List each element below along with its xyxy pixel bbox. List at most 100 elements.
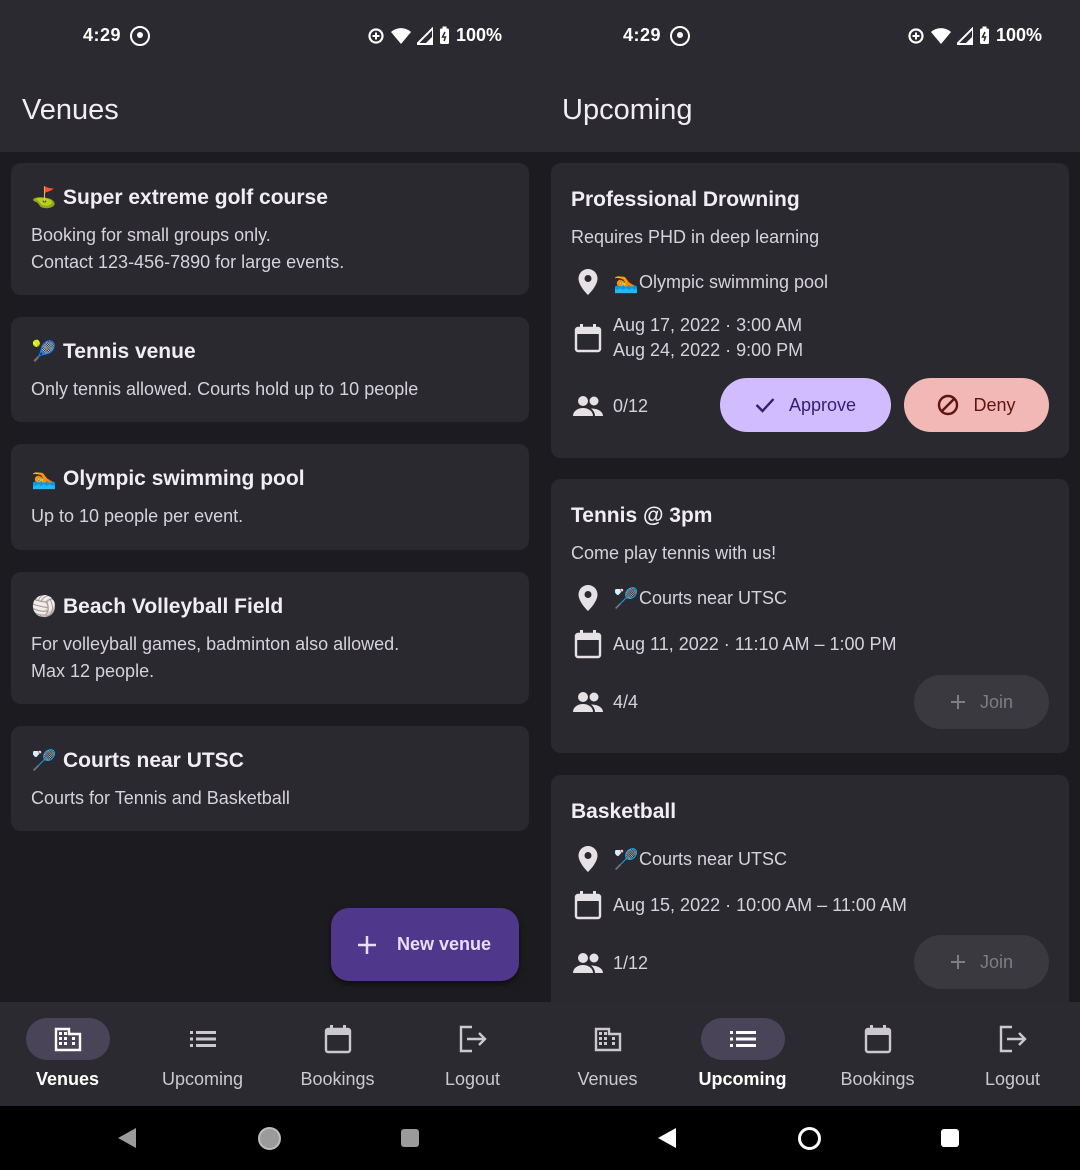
nav-item-venues[interactable]: Venues bbox=[0, 1002, 135, 1106]
nav-item-bookings[interactable]: Bookings bbox=[810, 1002, 945, 1106]
approve-button[interactable]: Approve bbox=[720, 378, 891, 432]
venue-card[interactable]: 🏸 Courts near UTSC Courts for Tennis and … bbox=[11, 726, 529, 831]
venue-description: For volleyball games, badminton also all… bbox=[31, 634, 400, 681]
event-subtitle: Come play tennis with us! bbox=[571, 543, 777, 563]
home-icon[interactable] bbox=[258, 1127, 281, 1150]
page-title: Upcoming bbox=[562, 94, 693, 126]
battery-percent: 100% bbox=[455, 25, 502, 45]
venue-card-title-row: 🏐 Beach Volleyball Field bbox=[31, 594, 509, 619]
venue-card-title-row: 🏊 Olympic swimming pool bbox=[31, 466, 509, 491]
venue-name: Super extreme golf course bbox=[63, 185, 328, 209]
nav-item-bookings[interactable]: Bookings bbox=[270, 1002, 405, 1106]
people-icon bbox=[571, 946, 605, 980]
swimmer-icon: 🏊 bbox=[613, 271, 639, 294]
people-icon bbox=[571, 685, 605, 719]
nav-item-upcoming[interactable]: Upcoming bbox=[135, 1002, 270, 1106]
block-icon bbox=[938, 394, 959, 416]
venue-card[interactable]: 🏊 Olympic swimming pool Up to 10 people p… bbox=[11, 444, 529, 550]
calendar-icon bbox=[864, 1025, 891, 1054]
venue-card[interactable]: ⛳ Super extreme golf course Booking for s… bbox=[11, 163, 529, 295]
venue-description: Courts for Tennis and Basketball bbox=[31, 788, 290, 808]
calendar-icon bbox=[324, 1025, 351, 1054]
status-bar: 4:29 100% bbox=[0, 0, 540, 70]
page-title: Venues bbox=[22, 94, 119, 126]
venue-description: Only tennis allowed. Courts hold up to 1… bbox=[31, 379, 419, 399]
sync-icon bbox=[670, 26, 690, 46]
venue-description: Booking for small groups only. Contact 1… bbox=[31, 225, 345, 272]
nav-label: Venues bbox=[577, 1069, 638, 1089]
nav-indicator bbox=[971, 1018, 1055, 1060]
event-venue: Courts near UTSC bbox=[639, 848, 788, 869]
approve-label: Approve bbox=[788, 394, 857, 415]
event-attendance: 1/12 bbox=[613, 952, 649, 973]
new-venue-button[interactable]: New venue bbox=[331, 908, 519, 981]
new-venue-label: New venue bbox=[397, 934, 492, 954]
location-pin-icon bbox=[571, 842, 605, 876]
deny-button[interactable]: Deny bbox=[904, 378, 1049, 432]
join-button[interactable]: Join bbox=[914, 935, 1049, 989]
recents-icon[interactable] bbox=[401, 1129, 419, 1147]
status-right: 100% bbox=[367, 25, 502, 46]
event-dates: Aug 17, 2022 · 3:00 AM Aug 24, 2022 · 9:… bbox=[613, 313, 803, 363]
plus-icon bbox=[950, 955, 965, 969]
event-date-row: Aug 15, 2022 · 10:00 AM – 11:00 AM bbox=[571, 888, 907, 922]
signal-icon bbox=[956, 26, 973, 45]
nav-item-venues[interactable]: Venues bbox=[540, 1002, 675, 1106]
nav-item-logout[interactable]: Logout bbox=[945, 1002, 1080, 1106]
status-right: 100% bbox=[907, 25, 1042, 46]
venue-card-title-row: 🎾 Tennis venue bbox=[31, 339, 509, 364]
home-icon[interactable] bbox=[798, 1127, 821, 1150]
event-venue-row: 🏸 Courts near UTSC bbox=[571, 842, 787, 876]
nav-indicator bbox=[700, 1018, 785, 1060]
event-venue-row: 🏸 Courts near UTSC bbox=[571, 581, 787, 615]
recents-icon[interactable] bbox=[941, 1129, 959, 1147]
calendar-icon bbox=[571, 627, 605, 661]
event-card: Tennis @ 3pm Come play tennis with us! 🏸… bbox=[551, 479, 1069, 753]
list-icon bbox=[729, 1031, 756, 1047]
deny-label: Deny bbox=[973, 394, 1016, 415]
event-date: Aug 11, 2022 · 11:10 AM – 1:00 PM bbox=[613, 633, 897, 654]
wifi-icon bbox=[930, 27, 951, 44]
back-icon[interactable] bbox=[118, 1128, 136, 1148]
back-icon[interactable] bbox=[658, 1128, 676, 1148]
system-nav-left bbox=[0, 1106, 540, 1170]
building-icon bbox=[594, 1027, 621, 1052]
event-date-row: Aug 11, 2022 · 11:10 AM – 1:00 PM bbox=[571, 627, 897, 661]
join-button[interactable]: Join bbox=[914, 675, 1049, 729]
calendar-icon bbox=[571, 321, 605, 355]
event-attendance-row: 1/12 bbox=[571, 946, 648, 980]
venue-description: Up to 10 people per event. bbox=[31, 506, 244, 526]
event-date-row: Aug 17, 2022 · 3:00 AM Aug 24, 2022 · 9:… bbox=[571, 313, 803, 363]
venues-screen: 4:29 100% Venues ⛳ Super extreme golf cou… bbox=[0, 0, 540, 1106]
event-list: Professional Drowning Requires PHD in de… bbox=[540, 152, 1080, 1002]
nav-label: Logout bbox=[984, 1069, 1041, 1089]
event-date: Aug 15, 2022 · 10:00 AM – 11:00 AM bbox=[613, 894, 907, 915]
battery-icon bbox=[439, 26, 449, 44]
event-attendance-row: 4/4 bbox=[571, 685, 638, 719]
venue-card[interactable]: 🎾 Tennis venue Only tennis allowed. Court… bbox=[11, 317, 529, 422]
battery-percent: 100% bbox=[995, 25, 1042, 45]
nav-item-logout[interactable]: Logout bbox=[405, 1002, 540, 1106]
nav-item-upcoming[interactable]: Upcoming bbox=[675, 1002, 810, 1106]
event-venue: Courts near UTSC bbox=[639, 587, 788, 608]
nav-indicator bbox=[161, 1018, 245, 1060]
venue-name: Beach Volleyball Field bbox=[63, 594, 284, 618]
event-subtitle: Requires PHD in deep learning bbox=[571, 227, 820, 247]
nav-indicator bbox=[566, 1018, 650, 1060]
status-time: 4:29 bbox=[623, 25, 662, 45]
status-time: 4:29 bbox=[83, 25, 122, 45]
venue-list: ⛳ Super extreme golf course Booking for s… bbox=[0, 152, 540, 1002]
venue-name: Tennis venue bbox=[63, 339, 196, 363]
nav-indicator bbox=[836, 1018, 920, 1060]
battery-icon bbox=[979, 26, 989, 44]
sync-icon bbox=[130, 26, 150, 46]
event-date-end: Aug 24, 2022 · 9:00 PM bbox=[613, 340, 804, 360]
bottom-navigation: Venues Upcoming Bookings Logout bbox=[0, 1002, 540, 1106]
venue-card[interactable]: 🏐 Beach Volleyball Field For volleyball g… bbox=[11, 572, 529, 704]
top-app-bar: Venues bbox=[0, 70, 540, 152]
nav-label: Upcoming bbox=[161, 1069, 244, 1089]
volleyball-icon: 🏐 bbox=[31, 596, 57, 618]
nav-label: Bookings bbox=[840, 1069, 915, 1089]
event-card: Basketball 🏸 Courts near UTSC Aug 15, 20… bbox=[551, 775, 1069, 1002]
data-saver-icon bbox=[368, 27, 384, 44]
